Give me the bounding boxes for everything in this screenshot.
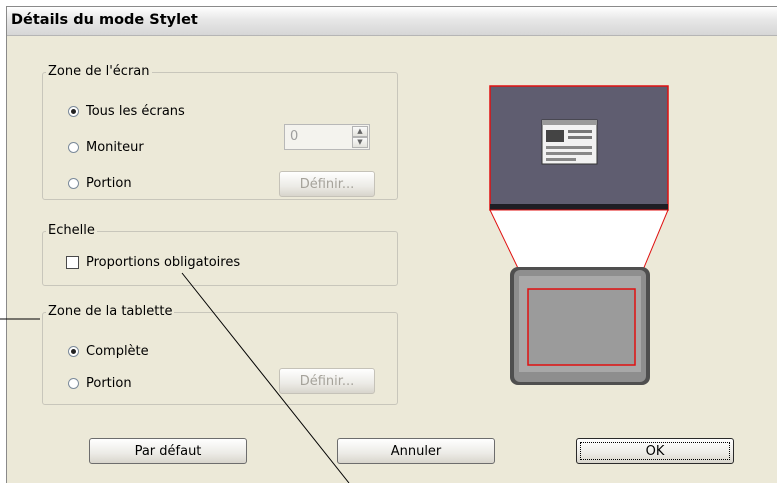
radio-monitor[interactable]: Moniteur — [68, 140, 144, 155]
radio-full-tablet-indicator[interactable] — [68, 346, 79, 357]
radio-tablet-portion-label: Portion — [86, 376, 132, 391]
monitor-stepper[interactable]: 0 ▲ ▼ — [284, 124, 370, 150]
tablet-area-legend: Zone de la tablette — [46, 304, 175, 320]
radio-all-screens[interactable]: Tous les écrans — [68, 104, 185, 119]
mapping-preview — [489, 85, 669, 385]
stepper-down-arrow-icon[interactable]: ▼ — [352, 137, 368, 148]
radio-screen-portion-label: Portion — [86, 176, 132, 191]
cancel-button[interactable]: Annuler — [337, 438, 495, 464]
force-proportions-checkbox[interactable]: Proportions obligatoires — [66, 255, 240, 270]
radio-screen-portion-indicator[interactable] — [68, 178, 79, 189]
dialog-title: Détails du mode Stylet — [11, 12, 198, 28]
radio-screen-portion[interactable]: Portion — [68, 176, 132, 191]
radio-full-tablet-label: Complète — [86, 344, 149, 359]
radio-monitor-label: Moniteur — [86, 140, 144, 155]
screen-define-button[interactable]: Définir... — [279, 171, 375, 197]
ok-button[interactable]: OK — [576, 438, 734, 464]
radio-tablet-portion-indicator[interactable] — [68, 378, 79, 389]
radio-monitor-indicator[interactable] — [68, 142, 79, 153]
screen-preview-taskbar — [490, 204, 668, 210]
radio-all-screens-indicator[interactable] — [68, 106, 79, 117]
tablet-define-button[interactable]: Définir... — [279, 368, 375, 394]
tablet-active-area — [527, 288, 636, 366]
force-proportions-checkbox-box[interactable] — [66, 256, 79, 269]
scale-legend: Echelle — [46, 223, 97, 239]
force-proportions-label: Proportions obligatoires — [86, 255, 241, 270]
radio-tablet-portion[interactable]: Portion — [68, 376, 132, 391]
radio-full-tablet[interactable]: Complète — [68, 344, 149, 359]
screen-area-legend: Zone de l'écran — [46, 64, 152, 80]
default-button[interactable]: Par défaut — [89, 438, 247, 464]
radio-all-screens-label: Tous les écrans — [86, 104, 185, 119]
stepper-up-arrow-icon[interactable]: ▲ — [352, 126, 368, 137]
screen-thumbnail-icon — [541, 119, 598, 165]
monitor-stepper-value[interactable]: 0 — [290, 129, 298, 144]
title-bar: Détails du mode Stylet — [7, 7, 777, 36]
